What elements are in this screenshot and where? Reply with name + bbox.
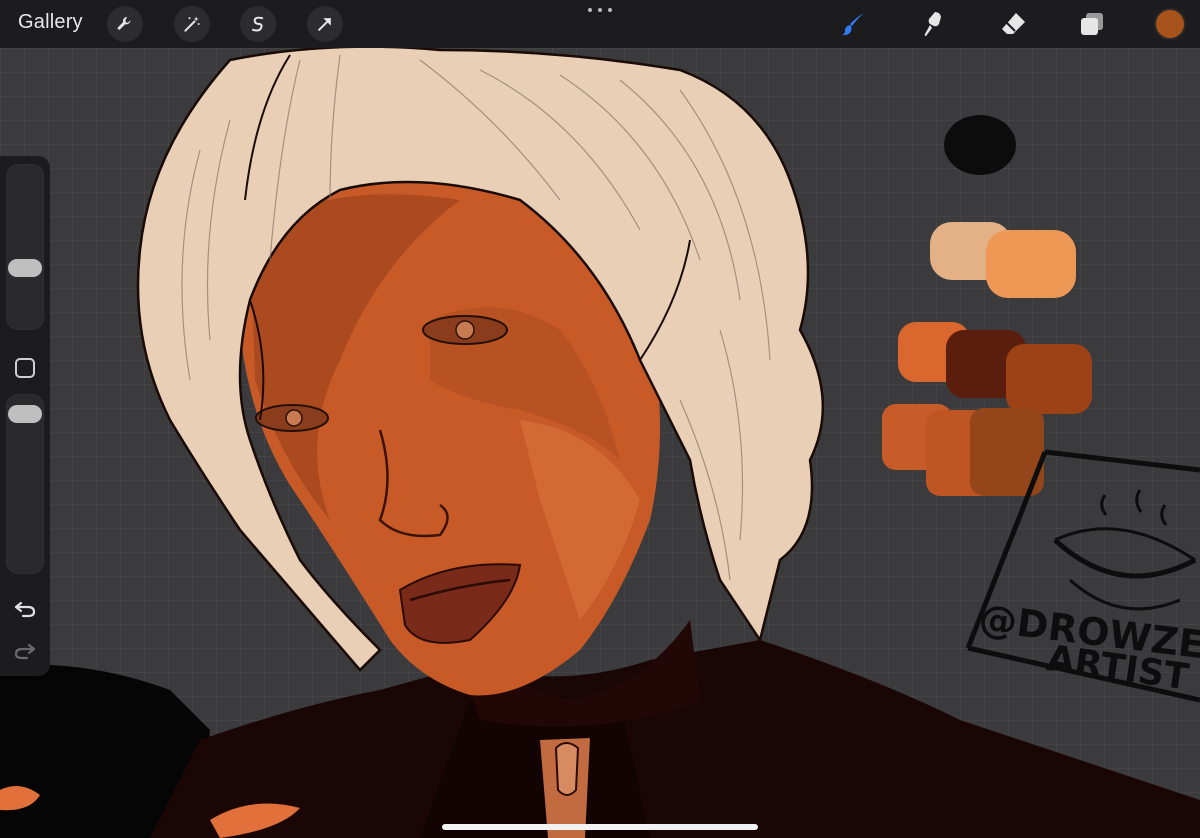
- layers-button[interactable]: [1076, 8, 1108, 40]
- color-picker-button[interactable]: [1154, 8, 1186, 40]
- selection-icon: [252, 16, 264, 32]
- transform-arrow-icon: [318, 18, 331, 31]
- drawing-canvas[interactable]: @DROWZE ARTIST: [0, 48, 1200, 838]
- actions-button[interactable]: [107, 6, 143, 42]
- brush-size-slider[interactable]: [6, 164, 44, 330]
- artwork: [0, 48, 1200, 838]
- selection-button[interactable]: [240, 6, 276, 42]
- wrench-icon: [117, 16, 131, 30]
- brush-icon: [842, 13, 864, 36]
- adjustments-button[interactable]: [174, 6, 210, 42]
- undo-icon: [14, 601, 36, 618]
- modify-button[interactable]: [15, 358, 35, 378]
- redo-button[interactable]: [10, 638, 40, 664]
- top-toolbar: Gallery: [0, 0, 1200, 48]
- transform-button[interactable]: [307, 6, 343, 42]
- layers-icon: [1081, 13, 1103, 35]
- eraser-button[interactable]: [998, 8, 1030, 40]
- palette-swatches: [882, 115, 1092, 496]
- paint-brush-button[interactable]: [838, 8, 870, 40]
- more-options-handle[interactable]: [588, 4, 612, 16]
- dot-icon: [588, 8, 592, 12]
- brush-size-thumb[interactable]: [8, 259, 42, 278]
- opacity-thumb[interactable]: [8, 404, 42, 423]
- dot-icon: [608, 8, 612, 12]
- left-sidebar: [0, 156, 50, 676]
- magic-wand-icon: [184, 16, 200, 32]
- smudge-button[interactable]: [918, 8, 950, 40]
- smudge-icon: [924, 12, 941, 36]
- home-indicator[interactable]: [442, 824, 758, 830]
- eraser-icon: [1002, 13, 1025, 34]
- redo-icon: [14, 643, 36, 660]
- dot-icon: [598, 8, 602, 12]
- gallery-button[interactable]: Gallery: [18, 11, 83, 34]
- undo-button[interactable]: [10, 596, 40, 622]
